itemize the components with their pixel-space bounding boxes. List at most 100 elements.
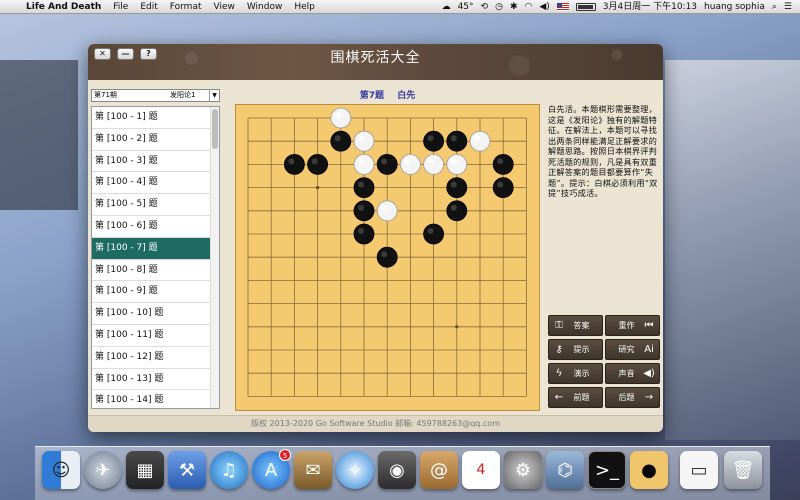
white-stone[interactable] <box>446 154 468 175</box>
black-stone[interactable] <box>446 130 468 152</box>
calendar-icon[interactable]: 4 <box>462 451 500 489</box>
trash-icon[interactable]: 🗑 <box>724 451 762 489</box>
finder-icon[interactable]: ☺ <box>42 451 80 489</box>
network-utility-icon[interactable]: ⌬ <box>546 451 584 489</box>
notification-center-icon[interactable]: ☰ <box>784 0 792 14</box>
black-stone[interactable] <box>353 177 375 198</box>
mission-control-icon[interactable]: ▦ <box>126 451 164 489</box>
demo-button[interactable]: ϟ 演示 <box>548 363 603 384</box>
black-stone[interactable] <box>376 154 398 175</box>
mail-icon[interactable]: ✉ <box>294 451 332 489</box>
battery-icon[interactable] <box>575 2 596 11</box>
clock-icon[interactable]: ◷ <box>495 0 503 14</box>
weather-icon[interactable]: ☁ <box>442 0 451 14</box>
terminal-icon[interactable]: >_ <box>588 451 626 489</box>
black-stone[interactable] <box>353 223 375 245</box>
menu-format[interactable]: Format <box>164 0 208 14</box>
document-icon[interactable]: ▭ <box>680 451 718 489</box>
problem-list-item[interactable]: 第 [100 - 6] 题 <box>92 216 211 238</box>
problem-list-item[interactable]: 第 [100 - 10] 题 <box>92 303 211 325</box>
black-stone[interactable] <box>492 177 514 198</box>
problem-list-item[interactable]: 第 [100 - 7] 题 <box>92 237 211 260</box>
user-name[interactable]: huang sophia <box>704 0 765 14</box>
stone-highlight <box>334 135 341 142</box>
itunes-icon[interactable]: ♫ <box>210 451 248 489</box>
wifi-icon[interactable]: ◠ <box>524 0 532 14</box>
black-stone[interactable] <box>423 130 445 152</box>
menu-help[interactable]: Help <box>288 0 321 14</box>
next-problem-button[interactable]: 后题 → <box>605 387 660 408</box>
black-stone[interactable] <box>307 154 328 175</box>
input-source-flag-icon[interactable] <box>556 2 569 11</box>
white-stone[interactable] <box>469 130 491 152</box>
system-preferences-icon[interactable]: ⚙ <box>504 451 542 489</box>
menu-view[interactable]: View <box>208 0 241 14</box>
launchpad-icon[interactable]: ✈ <box>84 451 122 489</box>
answer-button[interactable]: ⚿ 答案 <box>548 315 603 336</box>
problem-list-item[interactable]: 第 [100 - 2] 题 <box>92 129 211 151</box>
problem-list-item[interactable]: 第 [100 - 4] 题 <box>92 172 211 195</box>
stone-highlight <box>358 135 364 142</box>
arrow-right-icon: → <box>644 392 654 403</box>
scrollbar[interactable] <box>210 107 219 408</box>
stone-highlight <box>450 135 457 142</box>
white-stone[interactable] <box>353 154 375 175</box>
problem-list-item[interactable]: 第 [100 - 8] 题 <box>92 260 211 282</box>
menu-file[interactable]: File <box>107 0 134 14</box>
prev-problem-button[interactable]: ← 前题 <box>548 387 603 408</box>
problem-list-item[interactable]: 第 [100 - 12] 题 <box>92 347 211 369</box>
problem-list-item[interactable]: 第 [100 - 3] 题 <box>92 151 211 173</box>
scroll-thumb[interactable] <box>212 109 218 149</box>
problem-list-item[interactable]: 第 [100 - 9] 题 <box>92 281 211 304</box>
white-stone[interactable] <box>423 154 445 175</box>
white-stone[interactable] <box>353 130 375 152</box>
problem-list[interactable]: 第 [100 - 1] 题第 [100 - 2] 题第 [100 - 3] 题第… <box>91 106 220 409</box>
stone-highlight <box>497 158 504 165</box>
problem-list-item[interactable]: 第 [100 - 11] 题 <box>92 325 211 347</box>
volume-select[interactable]: 第71期 发阳论1 ▼ <box>91 89 220 102</box>
bluetooth-icon[interactable]: ✱ <box>510 0 518 14</box>
go-board-grid[interactable] <box>236 105 541 412</box>
volume-icon[interactable]: ◀) <box>539 0 549 14</box>
problem-list-item[interactable]: 第 [100 - 1] 题 <box>92 107 211 129</box>
hint-button[interactable]: ⚷ 提示 <box>548 339 603 360</box>
stone-highlight <box>381 204 388 211</box>
title-bar[interactable]: ✕ — ? 围棋死活大全 <box>88 44 663 80</box>
facetime-icon[interactable]: ◉ <box>378 451 416 489</box>
problem-header: 第7题 白先 <box>235 88 540 102</box>
contacts-icon[interactable]: @ <box>420 451 458 489</box>
sync-icon[interactable]: ⟲ <box>481 0 489 14</box>
stone-highlight <box>358 181 364 188</box>
spotlight-icon[interactable]: ⌕ <box>772 0 777 14</box>
menu-window[interactable]: Window <box>241 0 289 14</box>
black-stone[interactable] <box>446 200 468 222</box>
problem-list-item[interactable]: 第 [100 - 13] 题 <box>92 369 211 391</box>
white-stone[interactable] <box>330 107 352 129</box>
research-button[interactable]: 研究 Ai <box>605 339 660 360</box>
life-and-death-app-icon[interactable]: ● <box>630 451 668 489</box>
problem-list-item[interactable]: 第 [100 - 14] 题 <box>92 390 211 408</box>
white-stone[interactable] <box>399 154 421 175</box>
redo-button[interactable]: 重作 ⏮ <box>605 315 660 336</box>
stone-highlight <box>288 158 295 165</box>
menu-edit[interactable]: Edit <box>134 0 163 14</box>
black-stone[interactable] <box>353 200 375 222</box>
go-board[interactable] <box>235 104 540 411</box>
white-stone[interactable] <box>376 200 398 222</box>
app-menu[interactable]: Life And Death <box>22 0 107 14</box>
temperature[interactable]: 45° <box>458 0 474 14</box>
chevron-down-icon[interactable]: ▼ <box>209 90 219 101</box>
black-stone[interactable] <box>423 223 445 245</box>
black-stone[interactable] <box>284 154 305 175</box>
black-stone[interactable] <box>330 130 352 152</box>
stone-highlight <box>358 228 364 234</box>
datetime[interactable]: 3月4日周一 下午10:13 <box>603 0 697 14</box>
stone-highlight <box>497 181 504 188</box>
black-stone[interactable] <box>492 154 514 175</box>
sound-button[interactable]: 声音 ◀) <box>605 363 660 384</box>
safari-icon[interactable]: ✧ <box>336 451 374 489</box>
xcode-icon[interactable]: ⚒ <box>168 451 206 489</box>
problem-list-item[interactable]: 第 [100 - 5] 题 <box>92 194 211 216</box>
black-stone[interactable] <box>376 246 398 268</box>
black-stone[interactable] <box>446 177 468 198</box>
